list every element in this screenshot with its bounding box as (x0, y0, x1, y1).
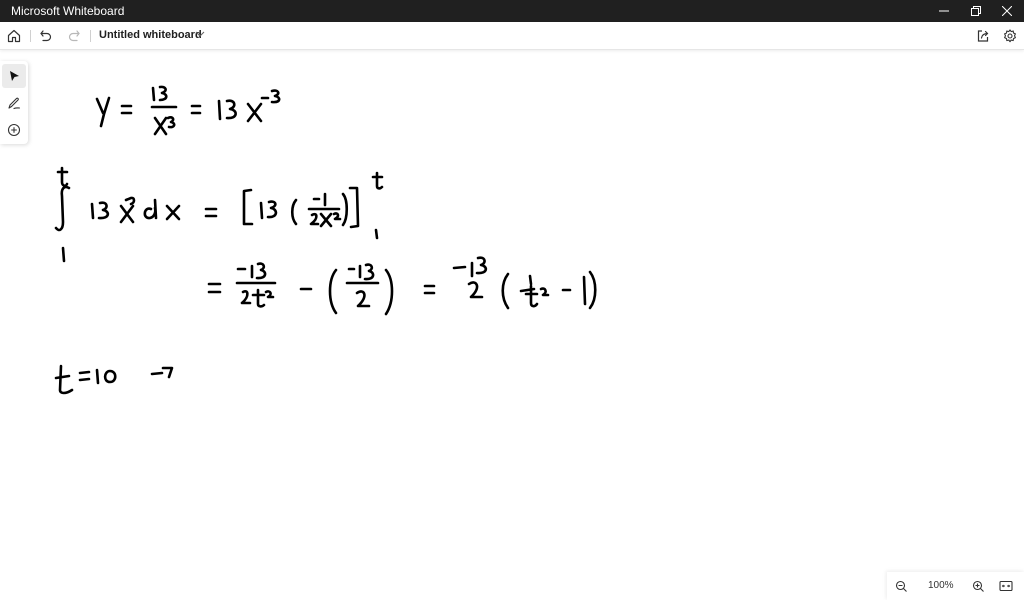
pen-icon (8, 97, 21, 110)
settings-button[interactable] (1000, 26, 1020, 46)
restore-icon (971, 6, 981, 16)
minimize-icon (939, 10, 949, 12)
title-bar: Microsoft Whiteboard (0, 0, 1024, 22)
restore-button[interactable] (959, 0, 993, 22)
zoom-out-button[interactable] (892, 577, 910, 595)
zoom-level: 100% (928, 580, 954, 591)
plus-circle-icon (7, 123, 21, 137)
zoom-in-icon (972, 580, 984, 592)
undo-button[interactable] (36, 26, 56, 46)
home-button[interactable] (4, 26, 24, 46)
whiteboard-title[interactable]: Untitled whiteboard (99, 29, 202, 41)
whiteboard-canvas[interactable] (0, 51, 1024, 600)
gear-icon (1004, 29, 1016, 43)
app-title: Microsoft Whiteboard (11, 4, 125, 18)
share-icon (977, 30, 989, 42)
zoom-controls: 100% (887, 572, 1024, 600)
top-toolbar: Untitled whiteboard (0, 22, 1024, 50)
undo-icon (40, 30, 52, 42)
select-tool-button[interactable] (2, 64, 26, 88)
add-tool-button[interactable] (2, 118, 26, 142)
title-dropdown-button[interactable] (194, 28, 206, 40)
fit-to-screen-icon (999, 580, 1013, 592)
ink-line-4[interactable] (54, 364, 174, 395)
redo-button[interactable] (64, 26, 84, 46)
zoom-in-button[interactable] (969, 577, 987, 595)
share-button[interactable] (973, 26, 993, 46)
side-toolbar (0, 61, 28, 144)
pen-tool-button[interactable] (2, 91, 26, 115)
fit-to-screen-button[interactable] (997, 577, 1015, 595)
home-icon (7, 29, 21, 43)
pointer-icon (10, 71, 19, 81)
close-icon (1002, 6, 1012, 16)
ink-line-1[interactable] (95, 85, 281, 136)
minimize-button[interactable] (927, 0, 961, 22)
ink-line-2[interactable] (54, 166, 384, 263)
ink-line-3[interactable] (207, 256, 597, 316)
zoom-out-icon (895, 580, 907, 592)
redo-icon (68, 30, 80, 42)
toolbar-divider (30, 30, 31, 42)
chevron-down-icon (195, 31, 205, 37)
toolbar-divider (90, 30, 91, 42)
close-button[interactable] (990, 0, 1024, 22)
